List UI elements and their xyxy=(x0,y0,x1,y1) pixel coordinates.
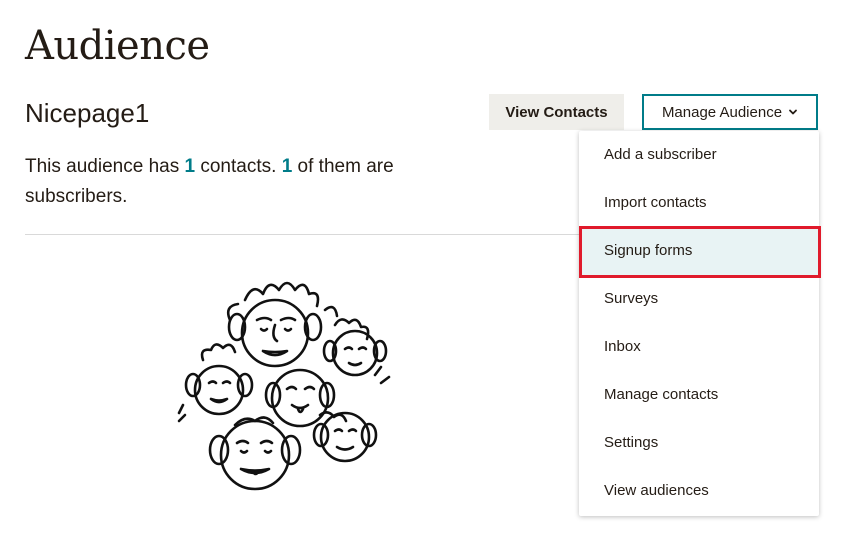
faces-crowd-illustration xyxy=(177,281,391,491)
page-title: Audience xyxy=(25,23,210,69)
menu-item-signup-forms[interactable]: Signup forms xyxy=(579,227,819,275)
contacts-count: 1 xyxy=(184,156,196,177)
menu-item-import-contacts[interactable]: Import contacts xyxy=(579,179,819,227)
audience-name: Nicepage1 xyxy=(25,98,150,128)
view-contacts-button[interactable]: View Contacts xyxy=(489,94,624,130)
manage-audience-button[interactable]: Manage Audience xyxy=(642,94,818,130)
manage-audience-menu: Add a subscriber Import contacts Signup … xyxy=(579,131,819,516)
audience-page: Audience Nicepage1 This audience has 1 c… xyxy=(0,0,850,548)
chevron-down-icon xyxy=(789,109,797,115)
menu-item-surveys[interactable]: Surveys xyxy=(579,275,819,323)
manage-audience-label: Manage Audience xyxy=(661,103,783,121)
audience-summary: This audience has 1 contacts. 1 of them … xyxy=(25,152,405,212)
subscribers-count: 1 xyxy=(281,156,293,177)
menu-item-add-subscriber[interactable]: Add a subscriber xyxy=(579,131,819,179)
divider xyxy=(25,234,585,235)
menu-item-inbox[interactable]: Inbox xyxy=(579,323,819,371)
summary-prefix: This audience has xyxy=(25,156,180,177)
summary-mid: contacts. xyxy=(200,156,277,177)
menu-item-view-audiences[interactable]: View audiences xyxy=(579,467,819,515)
menu-item-manage-contacts[interactable]: Manage contacts xyxy=(579,371,819,419)
menu-item-settings[interactable]: Settings xyxy=(579,419,819,467)
